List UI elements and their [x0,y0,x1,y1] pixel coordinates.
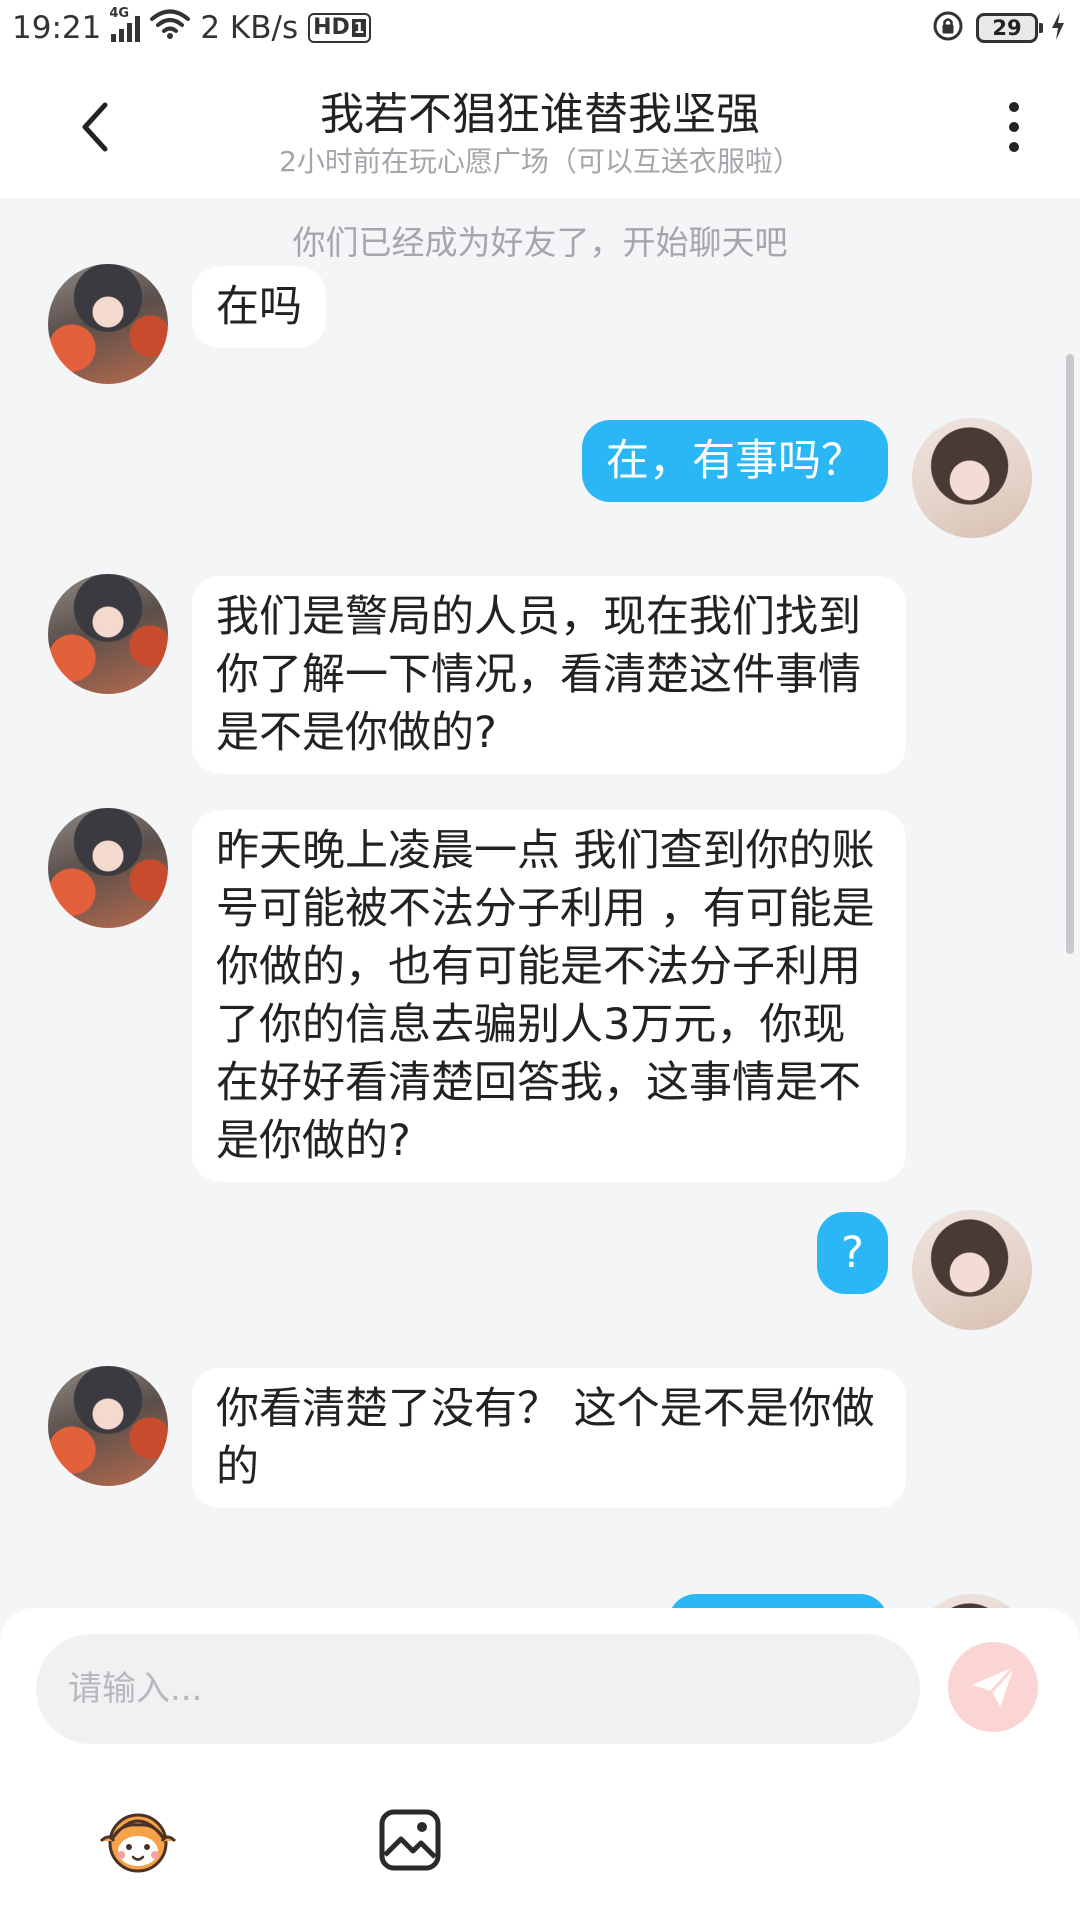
message-bubble[interactable] [668,1594,888,1608]
image-icon [379,1809,441,1871]
message-row [0,1594,1080,1608]
status-time: 19:21 [12,10,102,46]
status-left: 19:21 4G 2 KB/s HD 1 [12,6,372,50]
charging-icon [1050,11,1066,45]
message-row: 我们是警局的人员，现在我们找到你了解一下情况，看清楚这件事情是不是你做的? [0,574,1080,774]
chevron-left-icon [82,102,108,152]
hd-label: HD [313,15,350,40]
hd-voice-icon: HD 1 [308,13,372,43]
message-bubble[interactable]: 昨天晚上凌晨一点 我们查到你的账号可能被不法分子利用 ，有可能是你做的，也有可能… [192,810,906,1182]
rotation-lock-icon [932,10,964,46]
message-row: 昨天晚上凌晨一点 我们查到你的账号可能被不法分子利用 ，有可能是你做的，也有可能… [0,808,1080,1188]
status-right: 29 [932,6,1066,50]
message-bubble[interactable]: 我们是警局的人员，现在我们找到你了解一下情况，看清楚这件事情是不是你做的? [192,576,906,774]
own-avatar[interactable] [912,418,1032,538]
chat-message-list[interactable]: 你们已经成为好友了，开始聊天吧 在吗 在，有事吗？ 我们是警局的人员，现在我们找… [0,198,1080,1608]
message-bubble[interactable]: 在，有事吗？ [582,420,888,502]
page-title: 我若不猖狂谁替我坚强 [320,89,760,140]
message-bubble[interactable]: 你看清楚了没有？ 这个是不是你做的 [192,1368,906,1508]
status-bar: 19:21 4G 2 KB/s HD 1 29 [0,0,1080,56]
message-row: 在，有事吗？ [0,418,1080,538]
message-bubble[interactable]: 在吗 [192,266,326,348]
contact-avatar[interactable] [48,1366,168,1486]
last-active-status: 2小时前在玩心愿广场（可以互送衣服啦） [279,145,801,178]
back-button[interactable] [60,92,130,162]
wifi-icon [150,8,191,48]
contact-avatar[interactable] [48,264,168,384]
scrollbar[interactable] [1066,354,1074,954]
network-speed: 2 KB/s [200,10,299,46]
battery-level: 29 [992,16,1022,40]
send-button[interactable] [948,1642,1038,1732]
own-avatar[interactable] [912,1594,1032,1608]
more-vertical-icon [1009,102,1019,112]
more-options-button[interactable] [984,92,1044,162]
cellular-signal-icon: 4G [109,6,141,42]
message-row: 在吗 [0,264,1080,384]
message-bubble[interactable]: ? [817,1212,888,1294]
contact-avatar[interactable] [48,808,168,928]
chat-header: 我若不猖狂谁替我坚强 2小时前在玩心愿广场（可以互送衣服啦） [0,56,1080,198]
message-row: 你看清楚了没有？ 这个是不是你做的 [0,1366,1080,1508]
system-note: 你们已经成为好友了，开始聊天吧 [292,223,788,262]
message-row: ? [0,1210,1080,1330]
battery-icon: 29 [976,13,1043,43]
emoji-face-icon [99,1813,177,1873]
send-icon [972,1665,1016,1707]
own-avatar[interactable] [912,1210,1032,1330]
contact-avatar[interactable] [48,574,168,694]
network-type-label: 4G [109,6,130,21]
emoji-button[interactable] [90,1792,186,1888]
hd-sim-number: 1 [351,19,367,37]
message-composer [0,1608,1080,1920]
message-input[interactable] [36,1634,920,1744]
image-picker-button[interactable] [362,1792,458,1888]
